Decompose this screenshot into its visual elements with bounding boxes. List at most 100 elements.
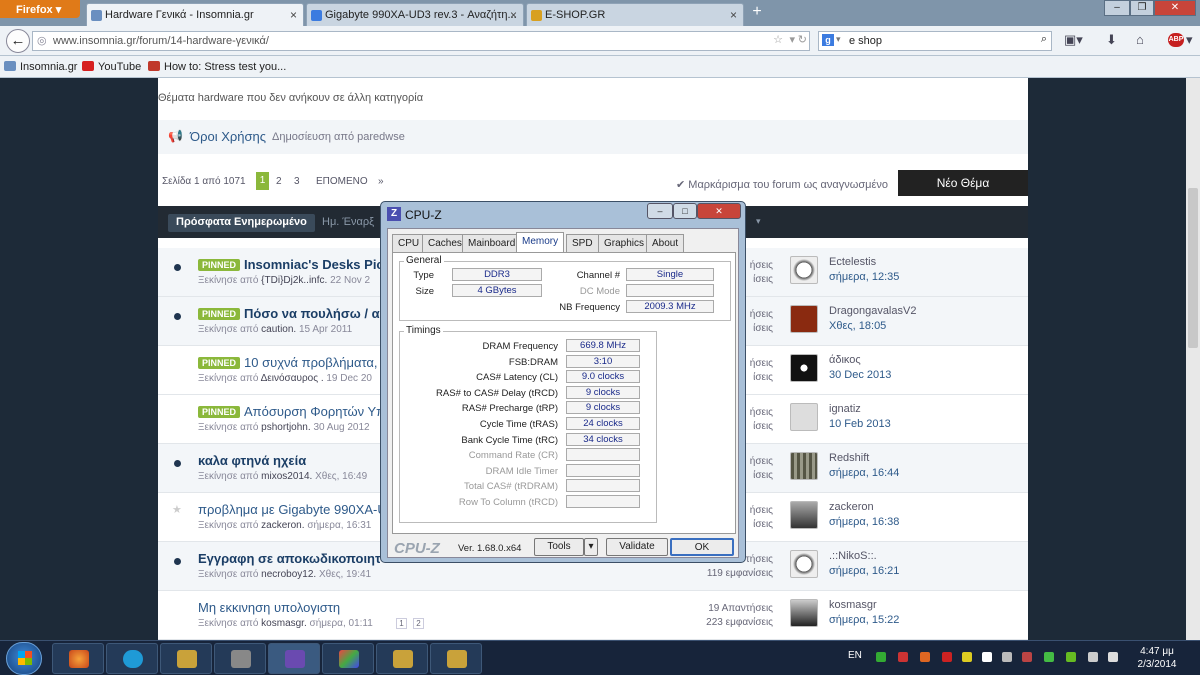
last-post-time[interactable]: σήμερα, 16:38 <box>829 516 899 528</box>
avatar[interactable] <box>790 305 818 333</box>
page-2-button[interactable]: 2 <box>276 176 282 187</box>
avatar[interactable] <box>790 501 818 529</box>
new-topic-button[interactable]: Νέο Θέμα <box>898 170 1028 196</box>
topic-author[interactable]: mixos2014. <box>261 471 312 482</box>
cpuz-tab-cpu[interactable]: CPU <box>392 234 426 252</box>
google-search-icon[interactable]: g <box>822 34 834 46</box>
topic-page-2[interactable]: 2 <box>413 618 424 629</box>
topic-author[interactable]: {TDi}Dj2k..infc. <box>261 275 327 286</box>
last-poster[interactable]: kosmasgr <box>829 599 877 611</box>
last-post-time[interactable]: σήμερα, 15:22 <box>829 614 899 626</box>
taskbar-app[interactable] <box>214 643 266 674</box>
topic-author[interactable]: Δεινόσαυρος . <box>261 373 324 384</box>
address-bar[interactable]: ◎ www.insomnia.gr/forum/14-hardware-γενι… <box>32 31 810 51</box>
cpuz-tab-mainboard[interactable]: Mainboard <box>462 234 522 252</box>
last-post-time[interactable]: σήμερα, 16:44 <box>829 467 899 479</box>
topic-title[interactable]: προβλημα με Gigabyte 990XA-U <box>198 502 387 517</box>
language-indicator[interactable]: EN <box>848 650 862 661</box>
ok-button[interactable]: OK <box>670 538 734 556</box>
system-clock[interactable]: 4:47 μμ 2/3/2014 <box>1130 645 1184 671</box>
topic-row[interactable]: Μη εκκινηση υπολογιστη Ξεκίνησε από kosm… <box>158 591 1028 640</box>
topic-page-1[interactable]: 1 <box>396 618 407 629</box>
avatar[interactable] <box>790 599 818 627</box>
topic-author[interactable]: necroboy12. <box>261 569 316 580</box>
network-icon[interactable] <box>1088 652 1098 662</box>
cpuz-tab-spd[interactable]: SPD <box>566 234 599 252</box>
topic-title[interactable]: Insomniac's Desks Pic <box>244 257 384 272</box>
last-poster[interactable]: zackeron <box>829 501 874 513</box>
cpuz-minimize-button[interactable]: – <box>647 203 673 219</box>
topic-title[interactable]: 10 συχνά προβλήματα, 1 <box>244 355 388 370</box>
avatar[interactable] <box>790 354 818 382</box>
topic-title[interactable]: Εγγραφη σε αποκωδικοποιητ <box>198 551 381 566</box>
tray-app-icon[interactable] <box>1002 652 1012 662</box>
tab-recently-updated[interactable]: Πρόσφατα Ενημερωμένο <box>168 214 315 232</box>
last-poster[interactable]: DragongavalasV2 <box>829 305 916 317</box>
reload-icon[interactable]: ↻ <box>798 33 807 46</box>
taskbar-skype[interactable] <box>106 643 158 674</box>
back-button[interactable]: ← <box>6 29 30 53</box>
bookmark-star-icon[interactable]: ☆ <box>773 33 783 46</box>
avatar[interactable] <box>790 256 818 284</box>
last-poster[interactable]: Ectelestis <box>829 256 876 268</box>
page-1-button[interactable]: 1 <box>256 172 269 190</box>
taskbar-cpuz[interactable] <box>268 643 320 674</box>
firefox-menu-button[interactable]: Firefox ▾ <box>0 0 80 18</box>
nvidia-icon[interactable] <box>1066 652 1076 662</box>
avatar[interactable] <box>790 452 818 480</box>
topic-title[interactable]: Μη εκκινηση υπολογιστη <box>198 600 340 615</box>
bookmark-youtube[interactable]: YouTube <box>82 61 141 73</box>
search-input[interactable]: e shop <box>849 35 882 47</box>
last-page-button[interactable]: » <box>378 176 384 187</box>
search-engine-dropdown-icon[interactable]: ▾ <box>836 34 841 45</box>
taskbar-paint[interactable] <box>322 643 374 674</box>
last-poster[interactable]: Redshift <box>829 452 869 464</box>
tray-app-icon[interactable] <box>898 652 908 662</box>
avatar[interactable] <box>790 550 818 578</box>
bookmark-insomnia[interactable]: Insomnia.gr <box>4 61 77 73</box>
next-page-button[interactable]: ΕΠΟΜΕΝΟ <box>316 176 368 187</box>
avatar[interactable] <box>790 403 818 431</box>
tab-eshop[interactable]: E-SHOP.GR × <box>526 3 744 26</box>
tray-app-icon[interactable] <box>942 652 952 662</box>
tab-gigabyte-search[interactable]: Gigabyte 990XA-UD3 rev.3 - Αναζήτη... × <box>306 3 524 26</box>
last-poster[interactable]: .::NikoS::. <box>829 550 877 562</box>
dropdown-icon[interactable]: ▾ <box>789 33 795 46</box>
topic-title[interactable]: Πόσο να πουλήσω / α <box>244 306 380 321</box>
last-post-time[interactable]: σήμερα, 16:21 <box>829 565 899 577</box>
topic-title[interactable]: καλα φτηνά ηχεία <box>198 453 306 468</box>
topic-author[interactable]: caution. <box>261 324 296 335</box>
tools-dropdown-icon[interactable]: ▾ <box>584 538 598 556</box>
close-tab-icon[interactable]: × <box>510 8 517 22</box>
downloads-icon[interactable]: ⬇ <box>1106 32 1117 48</box>
tray-app-icon[interactable] <box>1044 652 1054 662</box>
topic-author[interactable]: zackeron. <box>261 520 304 531</box>
home-icon[interactable]: ⌂ <box>1136 32 1144 47</box>
tray-app-icon[interactable] <box>1022 652 1032 662</box>
cpuz-close-button[interactable]: ✕ <box>697 203 741 219</box>
magnifier-icon[interactable]: ⌕ <box>1041 33 1047 46</box>
topic-author[interactable]: kosmasgr. <box>261 618 307 629</box>
sort-dropdown-icon[interactable]: ▾ <box>756 216 761 227</box>
taskbar-league-3[interactable] <box>430 643 482 674</box>
last-post-time[interactable]: 10 Feb 2013 <box>829 418 891 430</box>
tray-app-icon[interactable] <box>962 652 972 662</box>
close-tab-icon[interactable]: × <box>730 8 737 22</box>
cpuz-tab-memory[interactable]: Memory <box>516 232 565 253</box>
tray-app-icon[interactable] <box>920 652 930 662</box>
bookmark-stress-test[interactable]: How to: Stress test you... <box>148 61 286 73</box>
page-3-button[interactable]: 3 <box>294 176 300 187</box>
last-post-time[interactable]: 30 Dec 2013 <box>829 369 891 381</box>
page-scrollbar[interactable] <box>1186 78 1200 640</box>
maximize-window-button[interactable]: ❐ <box>1130 0 1154 16</box>
scrollbar-thumb[interactable] <box>1188 188 1198 348</box>
last-post-time[interactable]: Χθες, 18:05 <box>829 320 886 332</box>
close-window-button[interactable]: ✕ <box>1154 0 1196 16</box>
validate-button[interactable]: Validate <box>606 538 668 556</box>
close-tab-icon[interactable]: × <box>290 8 297 22</box>
start-button[interactable] <box>6 642 42 675</box>
taskbar-league[interactable] <box>160 643 212 674</box>
terms-link[interactable]: Όροι Χρήσης <box>190 129 266 144</box>
tray-antivirus-icon[interactable] <box>876 652 886 662</box>
cpuz-tab-about[interactable]: About <box>646 234 685 252</box>
